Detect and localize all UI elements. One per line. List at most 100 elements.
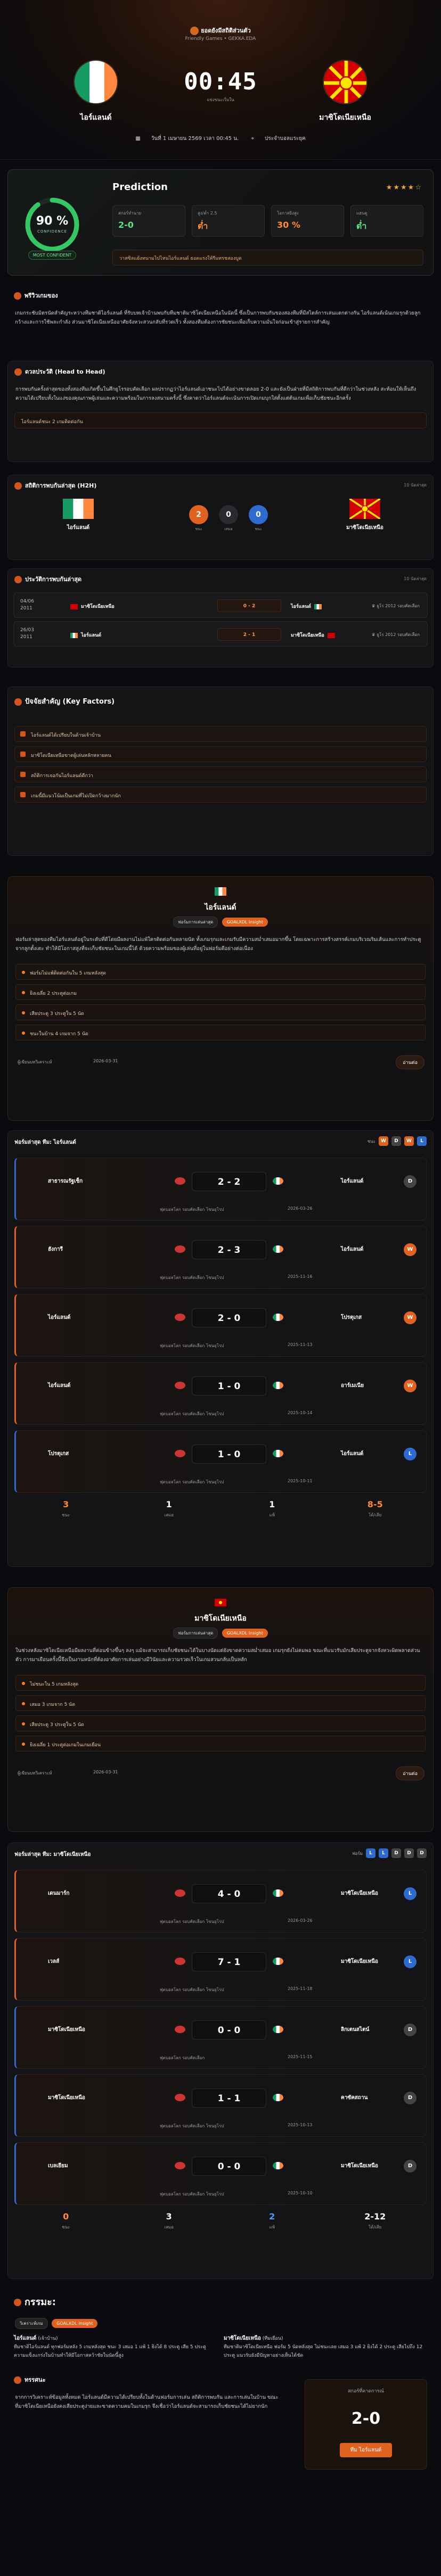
h2h-row[interactable]: 26/03 2011 ไอร์แลนด์ 2 - 1 มาซิโดเนียเหนื… [13, 621, 428, 647]
recent-match[interactable]: ฮังการี 2 - 3 ไอร์แลนด์ W ฟุตบอลโลก รอบคัดเล… [14, 1226, 427, 1289]
trophy-icon: ♛ [371, 604, 375, 608]
away-flag-icon [273, 2026, 283, 2033]
recent-match[interactable]: เดนมาร์ก 4 - 0 มาซิโดเนียเหนือ L ฟุตบอลโลก ร… [14, 1870, 427, 1933]
home-card-pill-insight: GOALXDL Insight [222, 918, 268, 927]
north-macedonia-flag-icon [323, 60, 368, 104]
h2h-home: ไอร์แลนด์ [81, 633, 102, 638]
insight-away-text: ทีมชาติมาซิโดเนียเหนือ ฟอร์ม 5 นัดหลังสุ… [224, 2344, 423, 2358]
legend-label: ชนะ [367, 1138, 375, 1144]
home-match-list: สาธารณรัฐเช็ก 2 - 2 ไอร์แลนด์ D ฟุตบอลโลก รอ… [8, 1158, 433, 1493]
recent-match[interactable]: เบลเยียม 0 - 0 มาซิโดเนียเหนือ D ฟุตบอลโลก ร… [14, 2142, 427, 2205]
home-form-legend: ชนะ W D W L [368, 1136, 427, 1146]
away-flag-icon [273, 1382, 283, 1389]
legend-label: ฟอร์ม [352, 1851, 363, 1856]
home-card-bullet: เสียประตู 3 ประตูใน 5 นัด [15, 1004, 426, 1020]
home-card-text: ฟอร์มล่าสุดของทีมไอร์แลนด์อยู่ในระดับที่… [15, 937, 421, 952]
match-score: 0 - 0 [192, 2157, 266, 2176]
away-read-more-button[interactable]: อ่านต่อ [396, 1766, 424, 1780]
h2h-year: 2011 [20, 634, 32, 640]
summary-item: 8-5 ได้/เสีย [324, 1499, 427, 1529]
away-team[interactable]: มาซิโดเนียเหนือ [297, 60, 393, 123]
north-macedonia-flag-icon [70, 604, 78, 609]
summary-label: เสมอ [164, 1513, 174, 1517]
form-badge: D [391, 1848, 401, 1858]
match-competition: ฟุตบอลโลก รอบคัดเลือก โซนยุโรป [160, 1275, 224, 1280]
recent-match[interactable]: สาธารณรัฐเช็ก 2 - 2 ไอร์แลนด์ D ฟุตบอลโลก รอ… [14, 1158, 427, 1220]
home-card-bullet: ชนะในบ้าน 4 เกมจาก 5 นัด [15, 1025, 426, 1041]
away-flag-icon [273, 2162, 283, 2169]
stat-value: 2-0 [118, 220, 134, 230]
home-card-author: ผู้เขียนบทวิเคราะห์ [18, 1060, 52, 1064]
h2h-tally: 2 ชนะ 0 เสมอ 0 ชนะ [189, 505, 268, 532]
match-away: โปรตุเกส [341, 1315, 362, 1320]
match-result-badge: D [404, 1175, 416, 1188]
match-date: 2026-03-26 [288, 1206, 313, 1211]
match-home: มาซิโดเนียเหนือ [48, 2095, 85, 2101]
h2h-compare-title: สถิติการพบกันล่าสุด (H2H) [25, 482, 97, 489]
match-score: 2 - 0 [192, 1308, 266, 1327]
stat-label: สูง/ต่ำ 2.5 [198, 211, 217, 216]
h2h-row[interactable]: 04/06 2011 มาซิโดเนียเหนือ 0 - 2 ไอร์แลนด… [13, 592, 428, 618]
calendar-icon: ▦ [135, 136, 141, 142]
match-result-badge: W [404, 1380, 416, 1392]
league-header: ยอดยังมีสถิติส่วนตัว Friendly Games • GE… [0, 26, 441, 42]
away-wins-count: 0 [249, 505, 268, 524]
match-date: 2025-10-10 [288, 2191, 313, 2195]
match-home: สาธารณรัฐเช็ก [48, 1178, 83, 1184]
summary-label: ชนะ [62, 2225, 70, 2230]
away-card-text: ในช่วงหลังมาซิโดเนียเหนือมีผลงานที่ค่อนข… [15, 1648, 420, 1663]
match-date: 2025-11-18 [288, 1986, 313, 1991]
match-date: 2025-11-13 [288, 1342, 313, 1347]
summary-value: 2 [269, 2211, 275, 2222]
summary-label: แพ้ [269, 2225, 275, 2230]
key-factors-title: ปัจจัยสำคัญ (Key Factors) [25, 698, 115, 706]
stat-goal-chance: โอกาสยิงสูง 30 % [271, 205, 344, 237]
recent-match[interactable]: มาซิโดเนียเหนือ 1 - 1 คาซัคสถาน D ฟุตบอลโลก … [14, 2074, 427, 2137]
recent-match[interactable]: เวลส์ 7 - 1 มาซิโดเนียเหนือ L ฟุตบอลโลก รอบค… [14, 1938, 427, 2001]
clock-value: 00:45 [184, 68, 257, 95]
prediction-stats: สกอร์ทำนาย 2-0 สูง/ต่ำ 2.5 ต่ำ โอกาสยิงสูง… [112, 205, 423, 237]
summary-item: 0 ชนะ [14, 2211, 118, 2241]
analysis-icon [14, 292, 21, 300]
form-badge: W [404, 1136, 414, 1146]
home-read-more-button[interactable]: อ่านต่อ [396, 1055, 424, 1069]
recent-match[interactable]: ไอร์แลนด์ 1 - 0 อาร์เมเนีย W ฟุตบอลโลก รอบคั… [14, 1362, 427, 1425]
away-form-card: มาซิโดเนียเหนือ ฟอร์มการเล่นล่าสุด GOALX… [7, 1587, 434, 1832]
key-factor: เกมนี้มีแนวโน้มเป็นเกมที่ไม่เปิดกว้างมาก… [14, 787, 427, 803]
insight-pill-brand: GOALXDL Insight [52, 2319, 98, 2328]
away-flag-icon [273, 2094, 283, 2101]
match-home: ฮังการี [48, 1246, 63, 1252]
away-team-name: มาซิโดเนียเหนือ [319, 113, 371, 122]
match-home: โปรตุเกส [48, 1451, 69, 1457]
h2h-list-section: ประวัติการพบกันล่าสุด 10 นัดล่าสุด 04/06… [7, 568, 434, 667]
form-badge: D [404, 1848, 414, 1858]
away-form-legend: ฟอร์ม L L D D D [352, 1848, 427, 1858]
final-score: 2-0 [351, 2409, 381, 2428]
recent-match[interactable]: โปรตุเกส 1 - 0 ไอร์แลนด์ L ฟุตบอลโลก รอบคัดเ… [14, 1430, 427, 1493]
recent-match[interactable]: ไอร์แลนด์ 2 - 0 โปรตุเกส W ฟุตบอลโลก รอบคัดเ… [14, 1294, 427, 1357]
draws-count: 0 [219, 505, 238, 524]
home-flag-icon [175, 2094, 185, 2101]
final-team-button[interactable]: ทีม ไอร์แลนด์ [339, 2443, 393, 2457]
stat-label: แฮนดู [356, 211, 368, 216]
verdict-icon [14, 2376, 21, 2384]
match-away: คาซัคสถาน [341, 2095, 368, 2101]
verdict-block: ทรรศนะ จากการวิเคราะห์ข้อมูลทั้งหมด ไอร์… [7, 2372, 434, 2478]
form-badge: D [391, 1136, 401, 1146]
match-competition: ฟุตบอลโลก รอบคัดเลือก โซนยุโรป [160, 2124, 224, 2128]
insight-section: กรรมะ: วิเคราะห์เกม GOALXDL Insight ไอร์… [7, 2289, 434, 2565]
recent-match[interactable]: มาซิโดเนียเหนือ 0 - 0 ลิกเตนสไตน์ D ฟุตบอลโล… [14, 2006, 427, 2069]
match-home: ไอร์แลนด์ [48, 1383, 71, 1389]
form-badge: D [417, 1848, 427, 1858]
summary-value: 8-5 [367, 1499, 383, 1509]
match-result-badge: W [404, 1311, 416, 1324]
compare-home-name: ไอร์แลนด์ [67, 525, 90, 531]
match-score: 1 - 1 [192, 2088, 266, 2108]
summary-label: แพ้ [269, 1513, 275, 1517]
match-meta: ▦ วันที่ 1 เมษายน 2569 เวลา 00:45 น. ⌖ ประ… [0, 135, 441, 143]
match-venue: ประจำบอลแระยุค [264, 136, 306, 142]
analysis-title: พรีวิวเกมของ [24, 292, 58, 299]
home-team[interactable]: ไอร์แลนด์ [48, 60, 144, 123]
match-competition: ฟุตบอลโลก รอบคัดเลือก โซนยุโรป [160, 1411, 224, 1416]
summary-label: ชนะ [62, 1513, 70, 1517]
